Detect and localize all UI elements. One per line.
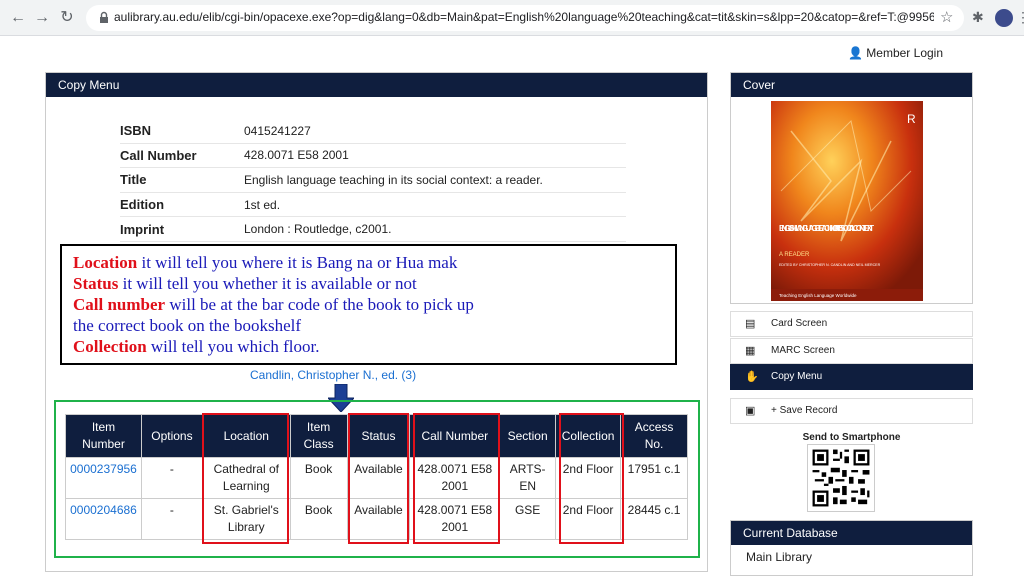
author-link[interactable]: Candlin, Christopher N., ed. (3) (250, 368, 416, 382)
current-database-panel: Current Database Main Library (730, 520, 973, 576)
card-screen-button[interactable]: ▤ Card Screen (730, 311, 973, 337)
bib-value: 1st ed. (244, 197, 281, 212)
menu-label: MARC Screen (771, 345, 835, 356)
col-header: Options (140, 414, 203, 458)
member-login-link[interactable]: 👤 Member Login (848, 46, 943, 60)
table-cell: - (140, 498, 203, 540)
publisher-mark: R (907, 112, 916, 126)
table-cell: - (140, 457, 203, 499)
menu-kebab-icon[interactable]: ⋮ (1016, 9, 1024, 26)
bib-value: English language teaching in its social … (244, 172, 543, 187)
current-database-value: Main Library (746, 550, 813, 564)
marc-icon: ▦ (745, 345, 756, 357)
qr-code-image[interactable] (807, 444, 875, 512)
location-highlight-box (202, 413, 289, 544)
note-key: Location (73, 253, 138, 272)
cover-panel: Cover R ENGLISH LANGUAGE TEACHING IN ITS… (730, 72, 973, 304)
hand-icon: ✋ (745, 371, 759, 383)
book-series: Teaching English Language Worldwide (779, 293, 857, 298)
note-line: Call number will be at the bar code of t… (73, 294, 664, 315)
col-header: Item Number (65, 414, 142, 458)
book-subtitle: A READER (779, 252, 810, 258)
table-cell: Book (289, 457, 348, 499)
save-icon: ▣ (745, 405, 756, 417)
bib-label: Edition (120, 197, 165, 213)
note-text: will tell you which floor. (146, 337, 320, 356)
note-line: the correct book on the bookshelf (73, 315, 664, 336)
bib-label: Imprint (120, 221, 165, 237)
extensions-icon[interactable]: ✱ (972, 9, 984, 26)
menu-label: Card Screen (771, 318, 828, 329)
note-text: will be at the bar code of the book to p… (165, 295, 474, 314)
item-number-link[interactable]: 0000204686 (65, 498, 142, 540)
bib-value: 0415241227 (244, 123, 311, 138)
copy-menu-header: Copy Menu (46, 73, 707, 97)
user-icon: 👤 (848, 46, 863, 60)
cover-header: Cover (731, 73, 972, 97)
note-text: it will tell you where it is Bang na or … (137, 253, 458, 272)
bib-value: London : Routledge, c2001. (244, 222, 392, 237)
note-line: Collection will tell you which floor. (73, 336, 664, 357)
status-highlight-box (348, 413, 409, 544)
bib-label: ISBN (120, 123, 152, 139)
save-record-button[interactable]: ▣ + Save Record (730, 398, 973, 424)
table-cell: Book (289, 498, 348, 540)
table-cell: 17951 c.1 (620, 457, 688, 499)
bib-row: ISBN 0415241227 (120, 119, 626, 144)
instruction-note: Location it will tell you where it is Ba… (60, 244, 677, 365)
table-cell: 28445 c.1 (620, 498, 688, 540)
bib-row: Title English language teaching in its so… (120, 168, 626, 193)
copy-menu-button[interactable]: ✋ Copy Menu (730, 364, 973, 390)
browser-toolbar: ← → ↻ aulibrary.au.edu/elib/cgi-bin/opac… (0, 0, 1024, 36)
card-icon: ▤ (745, 318, 756, 330)
bib-row: Call Number 428.0071 E58 2001 (120, 144, 626, 169)
back-icon[interactable]: ← (8, 8, 28, 28)
address-bar[interactable]: aulibrary.au.edu/elib/cgi-bin/opacexe.ex… (86, 5, 964, 31)
table-cell: ARTS-EN (499, 457, 557, 499)
member-login-label: Member Login (866, 46, 944, 60)
marc-screen-button[interactable]: ▦ MARC Screen (730, 338, 973, 364)
note-key: Call number (73, 295, 166, 314)
note-key: Collection (73, 337, 147, 356)
book-title: ENGLISH LANGUAGE TEACHING IN ITS SOCIAL … (779, 224, 874, 233)
bookmark-star-icon[interactable]: ☆ (940, 8, 953, 26)
col-header: Section (499, 414, 557, 458)
menu-label: + Save Record (771, 405, 838, 416)
lock-icon (100, 11, 108, 23)
reload-icon[interactable]: ↻ (57, 8, 77, 28)
bib-label: Call Number (120, 147, 197, 163)
bib-info: ISBN 0415241227 Call Number 428.0071 E58 2… (120, 119, 626, 242)
note-key: Status (73, 274, 119, 293)
url-text: aulibrary.au.edu/elib/cgi-bin/opacexe.ex… (114, 10, 934, 24)
item-number-link[interactable]: 0000237956 (65, 457, 142, 499)
current-database-header: Current Database (731, 521, 972, 545)
call-number-highlight-box (413, 413, 500, 544)
bib-value: 428.0071 E58 2001 (244, 148, 349, 163)
col-header: Item Class (289, 414, 348, 458)
note-line: Status it will tell you whether it is av… (73, 273, 664, 294)
note-text: the correct book on the bookshelf (73, 316, 302, 335)
note-text: it will tell you whether it is available… (118, 274, 417, 293)
bib-row: Edition 1st ed. (120, 193, 626, 218)
bib-label: Title (120, 172, 147, 188)
send-to-smartphone-label: Send to Smartphone (802, 432, 901, 443)
note-line: Location it will tell you where it is Ba… (73, 252, 664, 273)
bib-row: Imprint London : Routledge, c2001. (120, 217, 626, 242)
table-cell: GSE (499, 498, 557, 540)
profile-avatar[interactable] (995, 9, 1013, 27)
menu-label: Copy Menu (771, 371, 823, 382)
forward-icon[interactable]: → (32, 8, 52, 28)
book-cover-image: R ENGLISH LANGUAGE TEACHING IN ITS SOCIA… (771, 101, 923, 301)
col-header: Access No. (620, 414, 688, 458)
collection-highlight-box (559, 413, 624, 544)
book-editors: EDITED BY CHRISTOPHER N. CANDLIN AND NEI… (779, 263, 881, 267)
